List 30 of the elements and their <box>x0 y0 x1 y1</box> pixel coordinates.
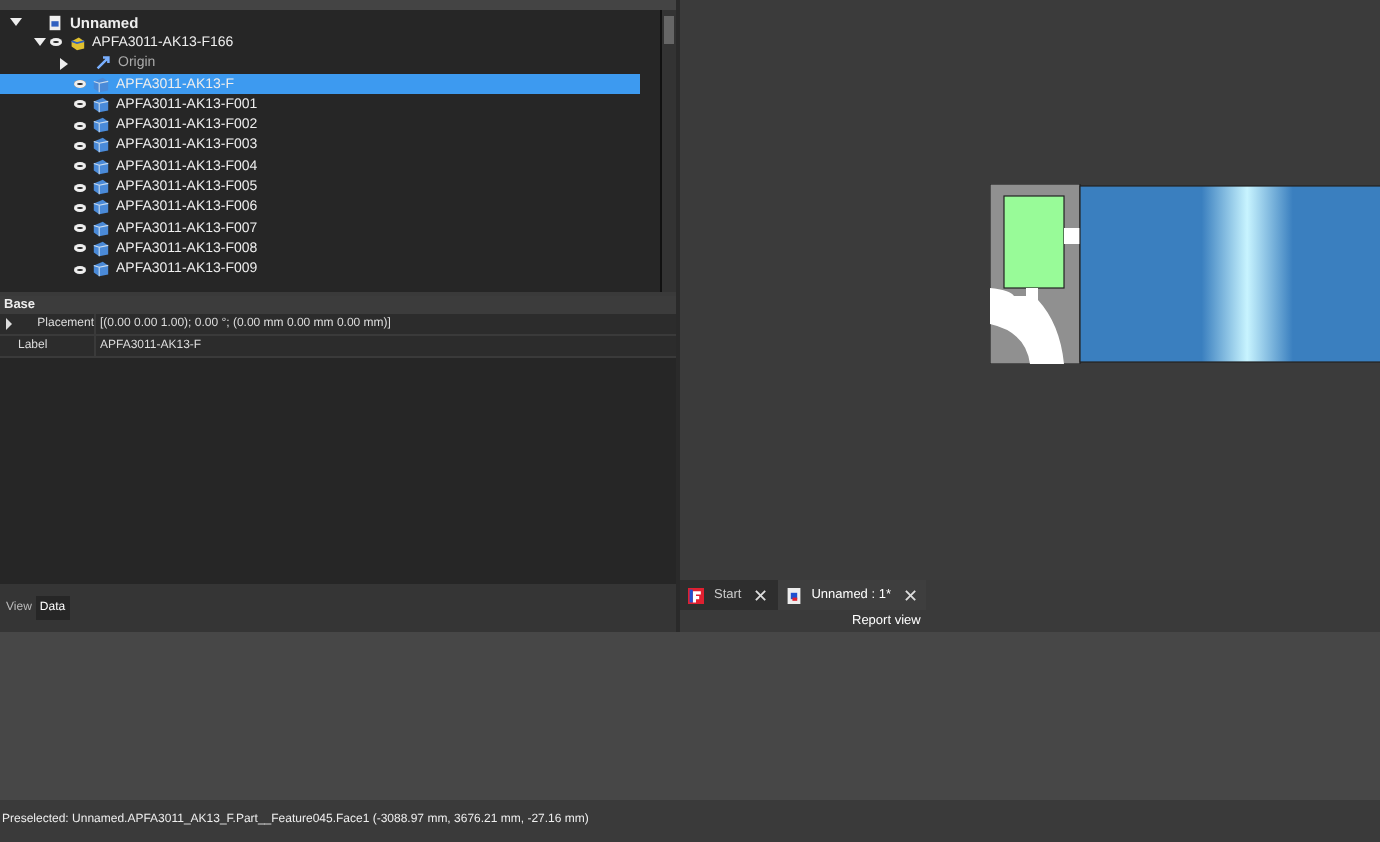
eye-icon[interactable] <box>74 141 86 150</box>
document-icon <box>46 13 64 32</box>
cube-icon <box>92 260 110 279</box>
cube-icon <box>92 219 110 238</box>
eye-icon[interactable] <box>50 38 62 47</box>
eye-icon[interactable] <box>74 162 86 171</box>
eye-icon[interactable] <box>74 224 86 233</box>
cube-icon <box>92 75 110 94</box>
expand-arrow-icon[interactable] <box>56 55 72 72</box>
eye-icon[interactable] <box>74 244 86 253</box>
cube-icon <box>92 136 110 155</box>
close-button[interactable]: ✕ <box>902 585 919 605</box>
document-icon <box>785 587 802 603</box>
axes-icon <box>94 54 112 73</box>
close-button[interactable]: ✕ <box>753 585 770 605</box>
scrollbar[interactable] <box>660 10 676 292</box>
cube-icon <box>92 198 110 217</box>
eye-icon[interactable] <box>74 203 86 212</box>
app-logo-icon <box>688 587 704 603</box>
eye-icon[interactable] <box>74 183 86 192</box>
eye-icon[interactable] <box>74 265 86 274</box>
eye-icon[interactable] <box>74 121 86 130</box>
eye-icon[interactable] <box>74 100 86 109</box>
cube-icon <box>92 157 110 176</box>
eye-icon[interactable] <box>74 80 86 89</box>
cube-icon <box>92 95 110 114</box>
cube-icon <box>92 116 110 135</box>
cube-icon <box>92 239 110 258</box>
cube-icon <box>92 178 110 197</box>
part-icon <box>68 33 86 52</box>
